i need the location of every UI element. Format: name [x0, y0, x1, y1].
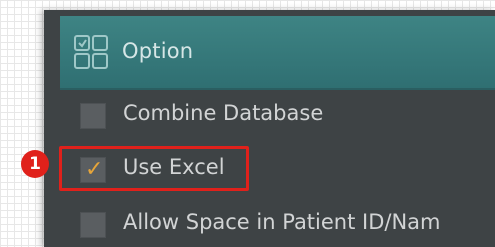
grid-layout-icon — [72, 33, 110, 71]
combine-database-checkbox[interactable] — [80, 103, 106, 129]
allow-space-label: Allow Space in Patient ID/Nam — [123, 210, 441, 234]
option-header: Option — [60, 16, 495, 90]
option-panel: Option Combine Database ✓ Use Excel Allo… — [44, 10, 495, 247]
panel-title: Option — [122, 39, 194, 63]
highlight-box — [59, 146, 249, 191]
step-badge: 1 — [21, 150, 49, 178]
combine-database-option[interactable]: Combine Database — [44, 94, 495, 134]
allow-space-option[interactable]: Allow Space in Patient ID/Nam — [44, 203, 495, 243]
combine-database-label: Combine Database — [123, 101, 324, 125]
allow-space-checkbox[interactable] — [80, 212, 106, 238]
